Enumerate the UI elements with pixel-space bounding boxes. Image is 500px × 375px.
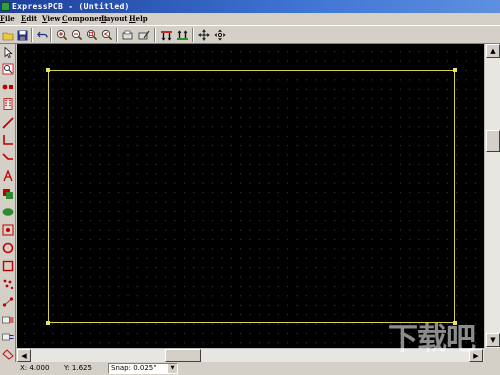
app-icon <box>1 2 10 11</box>
menu-file[interactable]: File <box>0 13 15 25</box>
component-pins-icon[interactable] <box>1 330 15 343</box>
horizontal-scrollbar[interactable]: ◀ ▶ <box>17 348 484 362</box>
toolbar-separator <box>192 28 194 42</box>
edit-component-icon[interactable] <box>137 28 151 42</box>
scatter-pads-icon[interactable] <box>1 277 15 290</box>
zoom-area-icon[interactable] <box>1 62 15 75</box>
toolbar-separator <box>154 28 156 42</box>
zoom-fit-icon[interactable] <box>85 28 99 42</box>
place-pad-icon[interactable] <box>1 80 15 93</box>
folder-open-icon[interactable] <box>1 28 15 42</box>
place-component-icon[interactable] <box>121 28 135 42</box>
vertical-scrollbar[interactable]: ▲ ▼ <box>484 44 500 348</box>
board-corner-handle[interactable] <box>46 321 50 325</box>
pcb-canvas[interactable] <box>17 44 484 348</box>
board-corner-handle[interactable] <box>46 68 50 72</box>
scroll-up-icon[interactable]: ▲ <box>486 44 500 58</box>
vertical-scroll-thumb[interactable] <box>486 130 500 152</box>
floppy-disk-icon[interactable] <box>15 28 29 42</box>
horizontal-scroll-thumb[interactable] <box>165 349 201 362</box>
scroll-left-icon[interactable]: ◀ <box>17 349 31 362</box>
rats-nest-icon[interactable] <box>1 347 15 360</box>
board-outline[interactable] <box>48 70 455 323</box>
zoom-in-icon[interactable] <box>55 28 69 42</box>
place-trace-icon[interactable] <box>1 116 15 129</box>
title-bar[interactable]: ExpressPCB - (Untitled) <box>0 0 500 13</box>
zoom-out-icon[interactable] <box>70 28 84 42</box>
toolbar-separator <box>31 28 33 42</box>
layer-toggle-icon[interactable] <box>1 313 15 326</box>
scroll-down-icon[interactable]: ▼ <box>486 333 500 347</box>
snap-value: Snap: 0.025" <box>111 364 157 372</box>
ground-plane-icon[interactable] <box>1 205 15 218</box>
menu-help[interactable]: Help <box>129 13 148 25</box>
snap-select[interactable]: Snap: 0.025" ▼ <box>108 363 178 374</box>
x-coordinate: X: 4.000 <box>20 364 50 372</box>
scroll-right-icon[interactable]: ▶ <box>469 349 483 362</box>
tool-palette <box>0 44 16 364</box>
dropdown-arrow-icon[interactable]: ▼ <box>168 364 177 373</box>
place-via-icon[interactable] <box>1 223 15 236</box>
trace-corner-icon[interactable] <box>1 133 15 146</box>
status-bar: X: 4.000 Y: 1.625 Snap: 0.025" ▼ <box>0 362 500 375</box>
outline-square-icon[interactable] <box>1 259 15 272</box>
menu-bar: File Edit View Component Layout Help <box>0 13 500 25</box>
circle-pad-icon[interactable] <box>1 241 15 254</box>
zoom-previous-icon[interactable] <box>100 28 114 42</box>
filled-plane-icon[interactable] <box>1 187 15 200</box>
place-text-icon[interactable] <box>1 169 15 182</box>
undo-icon[interactable] <box>35 28 49 42</box>
select-arrow-icon[interactable] <box>1 46 15 59</box>
y-coordinate: Y: 1.625 <box>64 364 92 372</box>
toolbar-separator <box>50 28 52 42</box>
expresspcb-window: ExpressPCB - (Untitled) File Edit View C… <box>0 0 500 375</box>
menu-view[interactable]: View <box>42 13 60 25</box>
main-toolbar <box>0 25 500 44</box>
board-corner-handle[interactable] <box>453 68 457 72</box>
bottom-layer-icon[interactable] <box>175 28 189 42</box>
connect-pads-icon[interactable] <box>1 295 15 308</box>
move-arrows-icon[interactable] <box>197 28 211 42</box>
top-layer-icon[interactable] <box>159 28 173 42</box>
menu-edit[interactable]: Edit <box>21 13 37 25</box>
window-title: ExpressPCB - (Untitled) <box>12 2 130 11</box>
pan-arrows-icon[interactable] <box>213 28 227 42</box>
toolbar-separator <box>116 28 118 42</box>
place-ic-footprint-icon[interactable] <box>1 97 15 110</box>
diagonal-trace-icon[interactable] <box>1 151 15 164</box>
board-corner-handle[interactable] <box>453 321 457 325</box>
menu-layout[interactable]: Layout <box>101 13 128 25</box>
